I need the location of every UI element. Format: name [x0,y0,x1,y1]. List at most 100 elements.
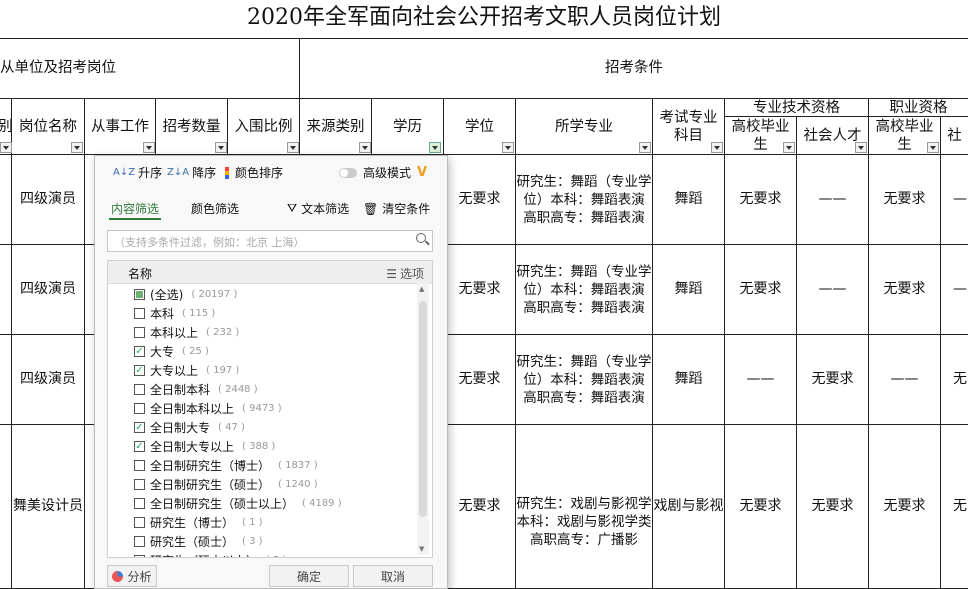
checkbox[interactable] [134,460,145,471]
cancel-button[interactable]: 取消 [353,565,433,587]
sort-desc-icon: Z↓A [167,167,190,178]
item-label: 全日制本科 [150,383,211,397]
filter-list-item[interactable]: 研究生（博士） ( 1 ) [134,513,263,532]
color-sort-icon [225,166,229,179]
filter-dropdown-count[interactable] [215,142,227,153]
checkbox[interactable]: ✓ [134,422,145,433]
cell-career-grad: 无要求 [869,425,941,589]
ok-button[interactable]: 确定 [269,565,349,587]
filter-list-item[interactable]: (全选) ( 20197 ) [134,285,237,304]
item-count: ( 25 ) [182,346,209,357]
list-header-name: 名称 [128,267,153,281]
cell-exam: 戏剧与影视 [653,425,725,589]
clear-conditions-label: 清空条件 [382,202,431,216]
filter-dropdown-c0[interactable] [0,142,12,153]
sort-asc-label: 升序 [138,166,163,180]
filter-dropdown-exam[interactable] [711,142,723,153]
checkbox[interactable] [134,536,145,547]
checkbox[interactable] [134,498,145,509]
analyze-label: 分析 [127,569,152,584]
filter-dropdown-tech-grad[interactable] [783,142,795,153]
filter-list-item[interactable]: 本科 ( 115 ) [134,304,215,323]
filter-list-item[interactable]: ✓ 全日制大专以上 ( 388 ) [134,437,275,456]
checkbox[interactable] [134,517,145,528]
filter-search-input[interactable]: （支持多条件过滤，例如：北京 上海） [107,230,433,252]
item-count: ( 20197 ) [191,289,238,300]
filter-list-item[interactable]: 全日制研究生（硕士） ( 1240 ) [134,475,318,494]
item-label: 研究生（硕士以上） [150,552,258,557]
filter-dropdown-ratio[interactable] [287,142,299,153]
list-scrollbar[interactable]: ▲ ▼ [417,283,429,555]
group-header-tech: 专业技术资格 [725,99,869,117]
item-count: ( 1837 ) [278,460,318,471]
group-header-career: 职业资格 [869,99,968,117]
sort-color-label: 颜色排序 [235,166,284,180]
filter-list-item[interactable]: 全日制本科 ( 2448 ) [134,380,258,399]
checkbox[interactable] [134,327,145,338]
cell-tech-grad: 无要求 [725,425,797,589]
sort-asc-icon: A↓Z [113,167,136,178]
cell-exam: 舞蹈 [653,335,725,425]
filter-dropdown-tech-social[interactable] [855,142,867,153]
filter-list-item[interactable]: 本科以上 ( 232 ) [134,323,239,342]
sort-asc-button[interactable]: A↓Z 升序 [113,164,162,181]
scrollbar-thumb[interactable] [419,301,427,517]
checkbox[interactable] [134,384,145,395]
checkbox[interactable] [134,403,145,414]
text-filter-button[interactable]: ⛛ 文本筛选 [287,200,349,217]
cell-tech-grad: 无要求 [725,155,797,245]
search-icon[interactable] [416,233,430,246]
cell-tech-social: —— [797,245,869,335]
sort-color-button[interactable]: 颜色排序 [225,164,283,181]
cell-tech-social: 无要求 [797,425,869,589]
filter-list-item[interactable]: 全日制本科以上 ( 9473 ) [134,399,282,418]
tab-content-filter[interactable]: 内容筛选 [109,198,162,220]
cell-career-social: 无 [941,335,968,425]
checkbox[interactable] [134,308,145,319]
filter-dropdown-career-grad[interactable] [927,142,939,153]
cell-career-grad: 无要求 [869,245,941,335]
filter-dropdown-work[interactable] [143,142,155,153]
filter-list-item[interactable]: 全日制研究生（博士） ( 1837 ) [134,456,318,475]
cell-tech-social: —— [797,155,869,245]
advanced-mode-toggle[interactable]: 高级模式 V [339,164,427,181]
filter-dropdown-education[interactable] [429,142,441,153]
filter-dropdown-major[interactable] [639,142,651,153]
list-options-button[interactable]: ☰ 选项 [386,265,424,282]
cell-post: 四级演员 [12,245,85,335]
checkbox[interactable] [134,479,145,490]
list-options-label: 选项 [399,267,424,281]
cell-degree: 无要求 [444,155,516,245]
filter-list-item[interactable]: ✓ 大专 ( 25 ) [134,342,209,361]
vip-icon: V [417,165,428,180]
funnel-icon: ⛛ [287,201,298,215]
analyze-button[interactable]: 分析 [107,565,157,587]
filter-list-item[interactable]: 研究生（硕士） ( 3 ) [134,532,263,551]
filter-list-item[interactable]: 研究生（硕士以上） ( 2 ) [134,551,287,557]
item-label: 全日制研究生（博士） [150,459,271,473]
cell-tech-grad: 无要求 [725,245,797,335]
cell-career-social: 无 [941,425,968,589]
filter-list-item[interactable]: ✓ 大专以上 ( 197 ) [134,361,239,380]
item-label: 全日制本科以上 [150,402,235,416]
tab-color-filter[interactable]: 颜色筛选 [191,200,239,217]
clear-conditions-button[interactable]: 🗑 清空条件 [363,200,430,217]
filter-list-item[interactable]: 全日制研究生（硕士以上） ( 4189 ) [134,494,342,513]
checkbox[interactable]: ✓ [134,365,145,376]
filter-dropdown-degree[interactable] [502,142,514,153]
filter-list-item[interactable]: ✓ 全日制大专 ( 47 ) [134,418,245,437]
filter-dropdown-post[interactable] [71,142,83,153]
checkbox[interactable] [134,555,145,557]
item-count: ( 3 ) [242,536,263,547]
sort-desc-button[interactable]: Z↓A 降序 [167,164,216,181]
filter-dropdown-source[interactable] [359,142,371,153]
checkbox[interactable] [134,289,145,300]
cell-major: 研究生：舞蹈（专业学位）本科：舞蹈表演 高职高专：舞蹈表演 [516,245,653,335]
toggle-switch-icon [339,167,357,178]
item-count: ( 2 ) [266,555,287,557]
item-count: ( 388 ) [242,441,276,452]
checkbox[interactable]: ✓ [134,441,145,452]
cell-post: 四级演员 [12,155,85,245]
checkbox[interactable]: ✓ [134,346,145,357]
cell-career-social: — [941,155,968,245]
